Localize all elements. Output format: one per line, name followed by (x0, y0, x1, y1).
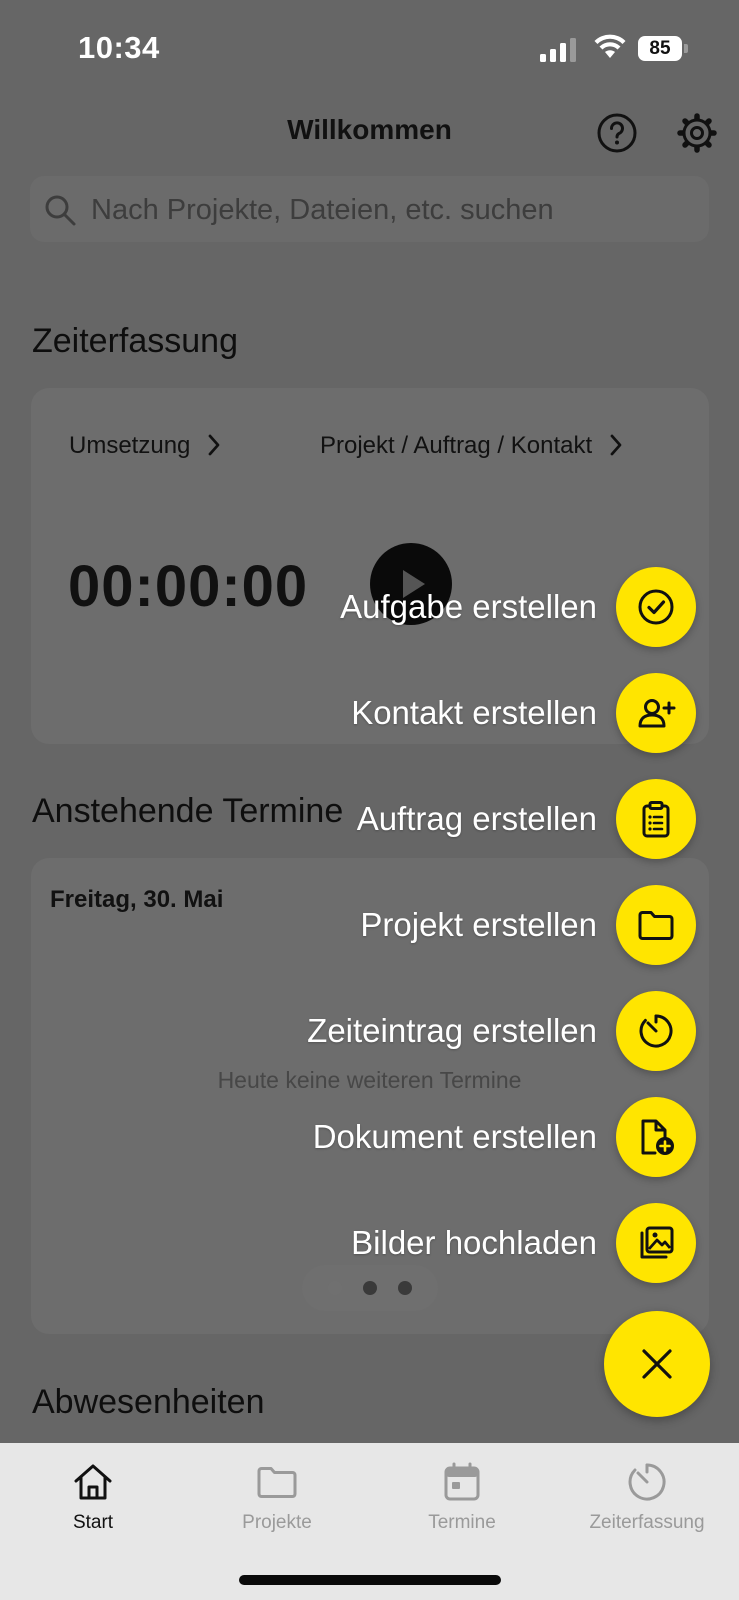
target-selector[interactable]: Projekt / Auftrag / Kontakt (320, 432, 623, 460)
check-circle-icon (638, 589, 674, 625)
close-icon (642, 1349, 672, 1379)
home-icon (74, 1464, 112, 1500)
fab-item-label-images[interactable]: Bilder hochladen (351, 1224, 597, 1262)
battery-level: 85 (649, 38, 671, 59)
close-fab-button[interactable] (604, 1311, 710, 1417)
time-tracking-title: Zeiterfassung (32, 322, 238, 360)
wifi-icon (594, 34, 626, 58)
absences-title: Abwesenheiten (32, 1383, 265, 1421)
tab-start-label: Start (72, 1512, 114, 1533)
target-label: Projekt / Auftrag / Kontakt (320, 432, 593, 459)
page-indicator[interactable] (302, 1265, 438, 1311)
tab-projekte[interactable]: Projekte (197, 1460, 357, 1540)
page-dot[interactable] (398, 1281, 412, 1295)
document-plus-icon (641, 1119, 674, 1155)
folder-icon (257, 1467, 297, 1498)
create-time-entry-button[interactable] (616, 991, 696, 1071)
user-plus-icon (638, 699, 676, 728)
page-dot[interactable] (328, 1281, 342, 1295)
appointments-date: Freitag, 30. Mai (50, 886, 224, 913)
appointments-empty-text: Heute keine weiteren Termine (217, 1067, 522, 1093)
fab-item-label-time-entry[interactable]: Zeiteintrag erstellen (307, 1012, 597, 1050)
timer-icon (628, 1463, 666, 1501)
create-project-button[interactable] (616, 885, 696, 965)
images-icon (640, 1226, 674, 1259)
activity-selector[interactable]: Umsetzung (69, 432, 221, 460)
appointments-title: Anstehende Termine (32, 792, 344, 830)
tab-projekte-label: Projekte (242, 1512, 312, 1533)
fab-item-label-document[interactable]: Dokument erstellen (313, 1118, 597, 1156)
folder-icon (638, 911, 674, 940)
search-placeholder: Nach Projekte, Dateien, etc. suchen (91, 194, 554, 226)
timer-icon (639, 1014, 673, 1048)
create-document-button[interactable] (616, 1097, 696, 1177)
chevron-right-icon (610, 434, 622, 456)
cellular-signal-icon (540, 38, 576, 62)
fab-item-label-order[interactable]: Auftrag erstellen (357, 800, 597, 838)
upload-images-button[interactable] (616, 1203, 696, 1283)
status-time: 10:34 (78, 30, 160, 65)
page-dot[interactable] (363, 1281, 377, 1295)
timer-display: 00:00:00 (68, 554, 309, 619)
fab-item-label-project[interactable]: Projekt erstellen (360, 906, 597, 944)
search-icon (45, 195, 76, 226)
create-contact-button[interactable] (616, 673, 696, 753)
battery-indicator: 85 (638, 36, 688, 61)
clipboard-list-icon (642, 801, 670, 838)
chevron-right-icon (208, 434, 220, 456)
fab-item-label-task[interactable]: Aufgabe erstellen (340, 588, 597, 626)
help-icon[interactable] (595, 111, 639, 155)
activity-label: Umsetzung (69, 432, 191, 459)
create-order-button[interactable] (616, 779, 696, 859)
tab-termine[interactable]: Termine (382, 1460, 542, 1540)
tab-zeiterfassung-label: Zeiterfassung (589, 1512, 705, 1533)
tab-zeiterfassung[interactable]: Zeiterfassung (567, 1460, 727, 1540)
tab-start[interactable]: Start (13, 1460, 173, 1540)
tab-termine-label: Termine (428, 1512, 496, 1533)
create-task-button[interactable] (616, 567, 696, 647)
home-indicator (239, 1575, 501, 1585)
gear-icon[interactable] (675, 111, 719, 155)
fab-item-label-contact[interactable]: Kontakt erstellen (351, 694, 597, 732)
calendar-icon (444, 1462, 480, 1501)
